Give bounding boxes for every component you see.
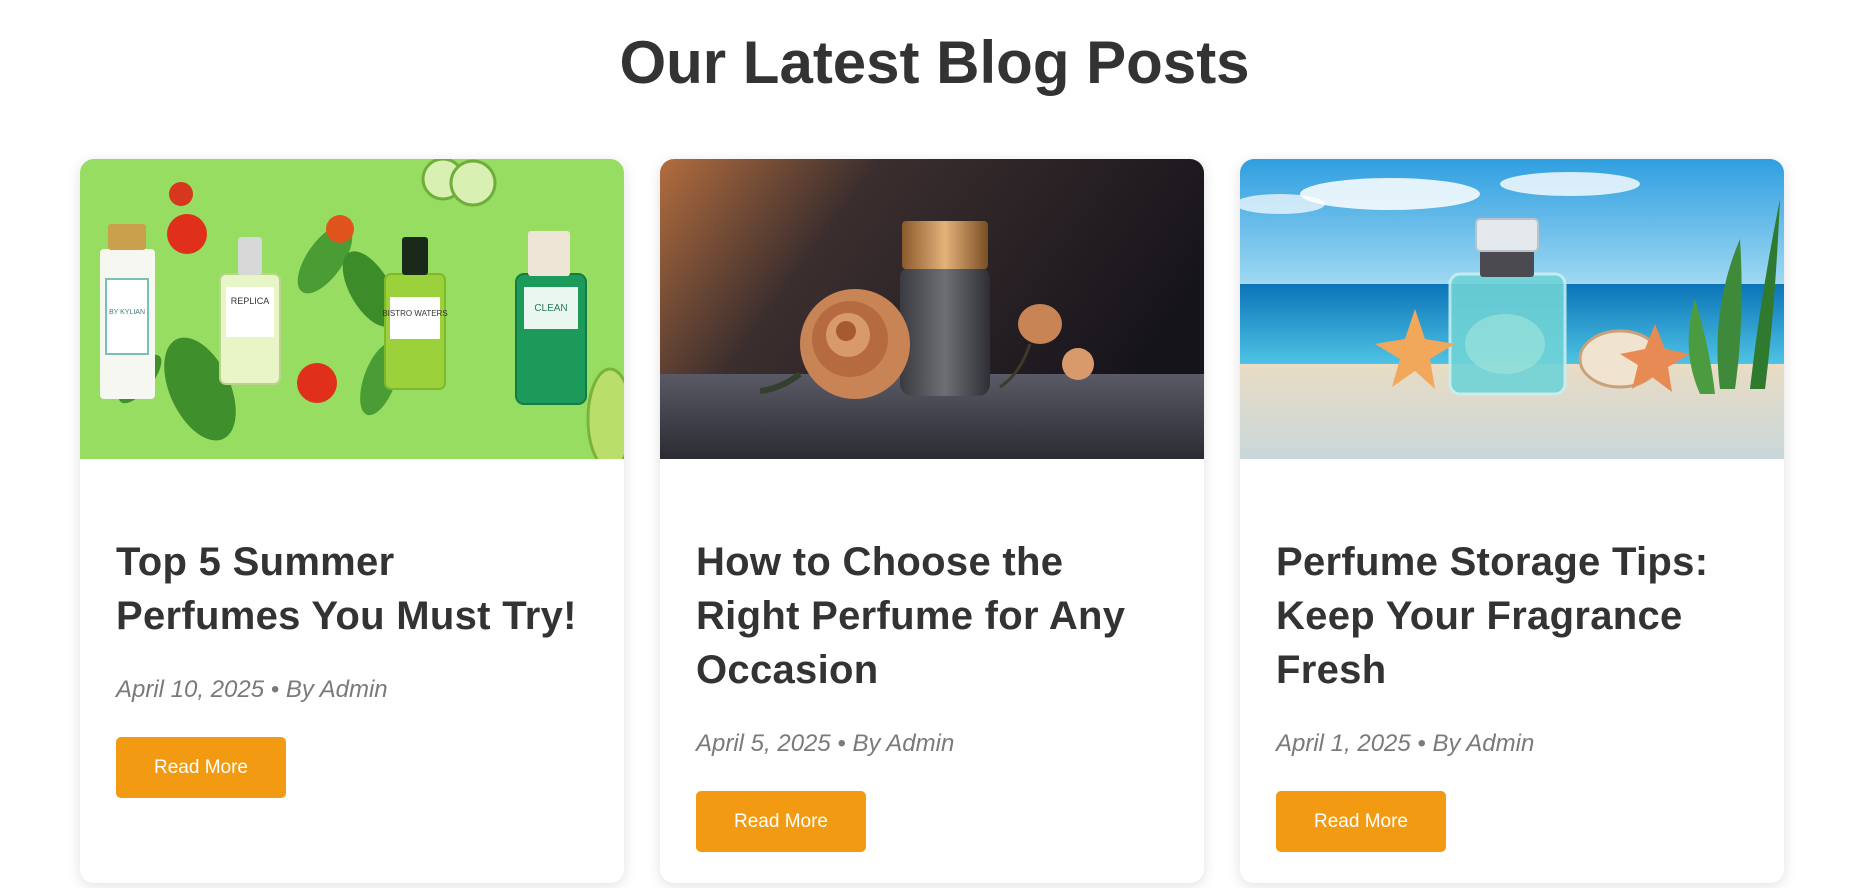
blog-card-body: Top 5 Summer Perfumes You Must Try! Apri… xyxy=(80,535,624,798)
bottle-label-1: BY KYLIAN xyxy=(109,309,145,316)
blog-card-image-choose-perfume[interactable] xyxy=(660,159,1204,459)
perfume-rose-illustration xyxy=(660,159,1204,459)
blog-card-body: How to Choose the Right Perfume for Any … xyxy=(660,535,1204,852)
blog-card-image-summer-perfumes[interactable]: BY KYLIAN REPLICA BISTRO WATERS CLEAN xyxy=(80,159,624,459)
blog-card-body: Perfume Storage Tips: Keep Your Fragranc… xyxy=(1240,535,1784,852)
bottle-label-3: BISTRO WATERS xyxy=(382,309,447,318)
blog-card-meta: April 5, 2025 • By Admin xyxy=(696,730,955,757)
blog-card-meta: April 1, 2025 • By Admin xyxy=(1276,730,1535,757)
read-more-button[interactable]: Read More xyxy=(696,791,866,852)
blog-card: How to Choose the Right Perfume for Any … xyxy=(660,159,1204,883)
blog-card-title[interactable]: How to Choose the Right Perfume for Any … xyxy=(696,535,1168,697)
blog-section: Our Latest Blog Posts BY KYLIAN REPLICA … xyxy=(0,0,1869,888)
blog-card: Perfume Storage Tips: Keep Your Fragranc… xyxy=(1240,159,1784,883)
read-more-button[interactable]: Read More xyxy=(1276,791,1446,852)
section-title: Our Latest Blog Posts xyxy=(619,29,1250,96)
summer-perfumes-illustration: BY KYLIAN REPLICA BISTRO WATERS CLEAN xyxy=(80,159,624,459)
blog-card-title[interactable]: Perfume Storage Tips: Keep Your Fragranc… xyxy=(1276,535,1748,697)
blog-card-meta: April 10, 2025 • By Admin xyxy=(116,676,388,703)
blog-card: BY KYLIAN REPLICA BISTRO WATERS CLEAN To… xyxy=(80,159,624,883)
blog-card-list: BY KYLIAN REPLICA BISTRO WATERS CLEAN To… xyxy=(80,159,1785,883)
blog-card-title[interactable]: Top 5 Summer Perfumes You Must Try! xyxy=(116,535,588,643)
blog-card-image-storage-tips[interactable] xyxy=(1240,159,1784,459)
beach-perfume-illustration xyxy=(1240,159,1784,459)
bottle-label-4: CLEAN xyxy=(534,303,567,314)
bottle-label-2: REPLICA xyxy=(231,296,270,306)
read-more-button[interactable]: Read More xyxy=(116,737,286,798)
